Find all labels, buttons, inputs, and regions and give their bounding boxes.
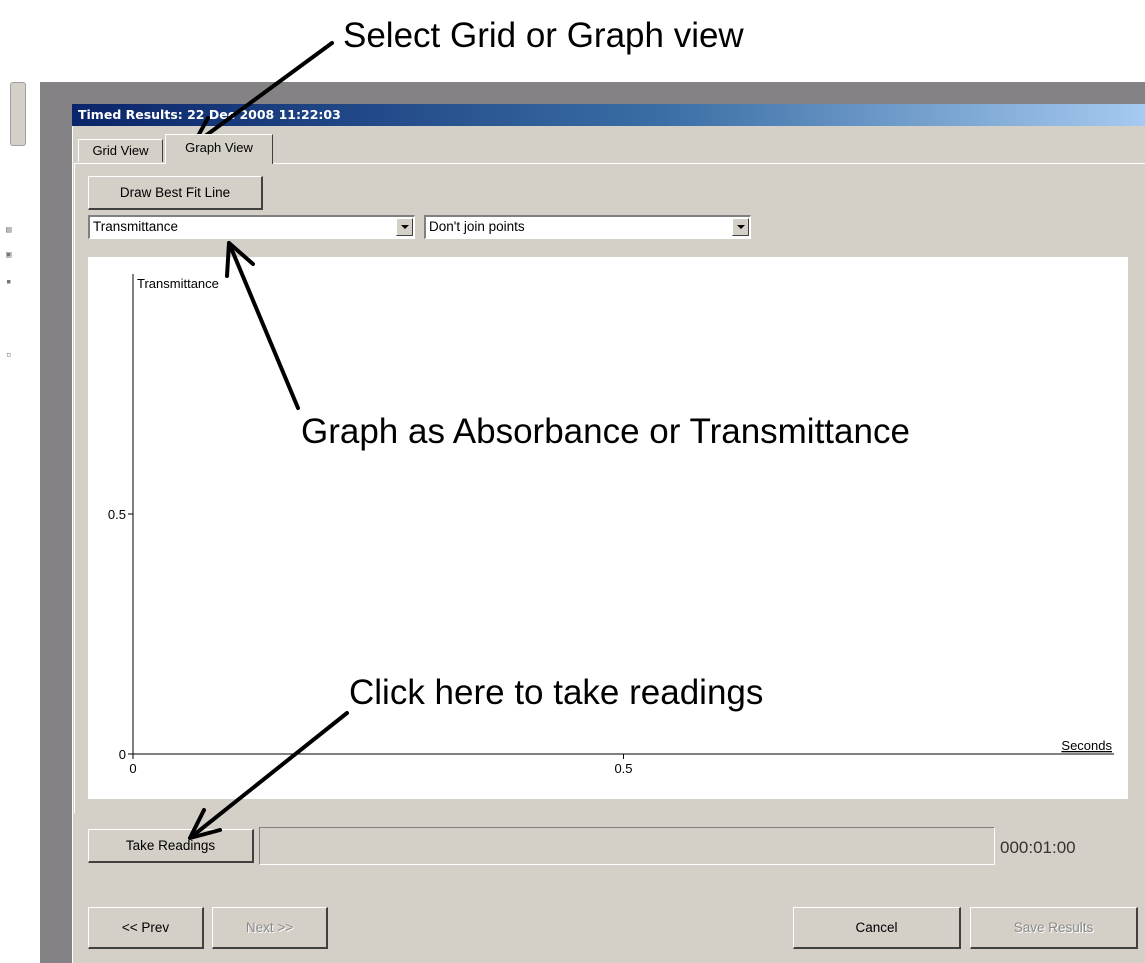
- background-fragment: ▫: [6, 350, 12, 360]
- measure-type-dropdown-button[interactable]: [396, 218, 413, 236]
- chevron-down-icon: [737, 225, 745, 229]
- graph-chart: Transmittance Seconds 0 0.5 0 0.5: [108, 274, 1114, 776]
- tab-graph-view[interactable]: Graph View: [165, 134, 273, 164]
- join-points-select[interactable]: Don't join points: [424, 215, 751, 239]
- draw-best-fit-line-button[interactable]: Draw Best Fit Line: [88, 176, 263, 210]
- x-tick-label: 0: [129, 761, 136, 776]
- readings-progress-bar: [259, 827, 995, 865]
- background-app-area: [0, 82, 40, 963]
- tab-grid-view[interactable]: Grid View: [78, 139, 163, 162]
- y-tick-label: 0: [119, 747, 126, 762]
- background-fragment: ▤: [6, 225, 12, 235]
- y-axis-label: Transmittance: [137, 276, 219, 291]
- next-button[interactable]: Next >>: [212, 907, 328, 949]
- x-tick-label: 0.5: [614, 761, 632, 776]
- timer-readout: 000:01:00: [1000, 838, 1076, 857]
- measure-type-value: Transmittance: [93, 219, 179, 234]
- take-readings-button[interactable]: Take Readings: [88, 829, 254, 863]
- measure-type-select[interactable]: Transmittance: [88, 215, 415, 239]
- chevron-down-icon: [401, 225, 409, 229]
- background-fragment: ▪: [6, 277, 12, 287]
- cancel-button[interactable]: Cancel: [793, 907, 961, 949]
- callout-graph-as: Graph as Absorbance or Transmittance: [301, 412, 910, 451]
- x-axis-label: Seconds: [1061, 738, 1112, 753]
- join-points-value: Don't join points: [429, 219, 525, 234]
- prev-button[interactable]: << Prev: [88, 907, 204, 949]
- callout-take-readings: Click here to take readings: [349, 673, 764, 712]
- window-title: Timed Results: 22 Dec 2008 11:22:03: [78, 107, 341, 122]
- y-tick-label: 0.5: [108, 507, 126, 522]
- save-results-button[interactable]: Save Results: [970, 907, 1138, 949]
- axis-ticks: 0 0.5 0 0.5: [108, 507, 633, 776]
- join-points-dropdown-button[interactable]: [732, 218, 749, 236]
- callout-select-view: Select Grid or Graph view: [343, 16, 744, 55]
- background-fragment: ▣: [6, 250, 12, 260]
- background-scrollbar: [10, 82, 26, 146]
